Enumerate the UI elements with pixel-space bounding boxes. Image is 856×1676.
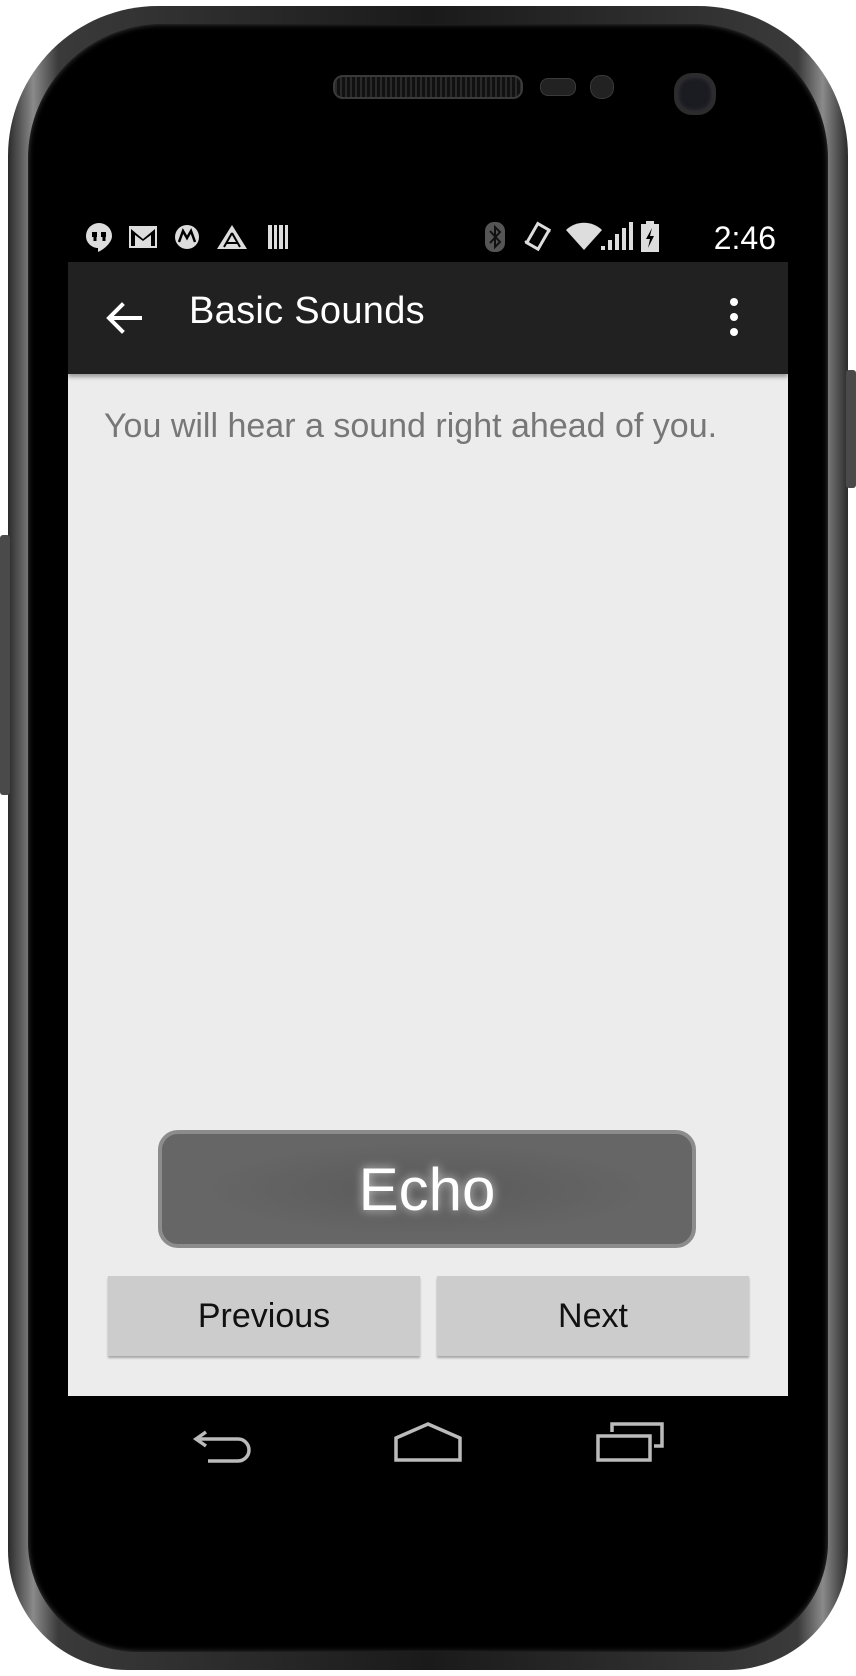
echo-label: Echo <box>358 1155 496 1223</box>
overflow-menu-icon[interactable] <box>724 292 744 342</box>
instruction-text: You will hear a sound right ahead of you… <box>104 407 718 445</box>
front-camera <box>674 73 716 115</box>
system-nav-bar <box>68 1396 788 1492</box>
previous-button[interactable]: Previous <box>108 1276 420 1356</box>
proximity-sensor <box>540 78 576 96</box>
hangouts-icon <box>82 222 116 252</box>
barcode-icon <box>264 222 294 252</box>
motorola-icon <box>172 222 202 252</box>
screen: 2:46 Basic Sounds You will hear a sound … <box>68 212 788 1492</box>
next-button[interactable]: Next <box>437 1276 749 1356</box>
recents-nav-icon[interactable] <box>594 1422 666 1466</box>
echo-button[interactable]: Echo <box>158 1130 696 1248</box>
home-nav-icon[interactable] <box>392 1422 464 1466</box>
status-time: 2:46 <box>713 220 776 256</box>
earpiece-speaker <box>333 75 523 99</box>
vibrate-icon <box>520 221 554 252</box>
arrow-left-icon[interactable] <box>102 296 146 340</box>
action-bar: Basic Sounds <box>68 262 788 374</box>
status-bar: 2:46 <box>68 212 788 262</box>
light-sensor <box>590 75 614 99</box>
gmail-icon <box>126 222 160 252</box>
assist-icon <box>214 222 250 252</box>
page-title: Basic Sounds <box>189 290 425 332</box>
bluetooth-icon <box>482 222 508 252</box>
battery-icon <box>638 221 662 252</box>
signal-icon <box>598 222 634 252</box>
back-nav-icon[interactable] <box>192 1422 258 1466</box>
